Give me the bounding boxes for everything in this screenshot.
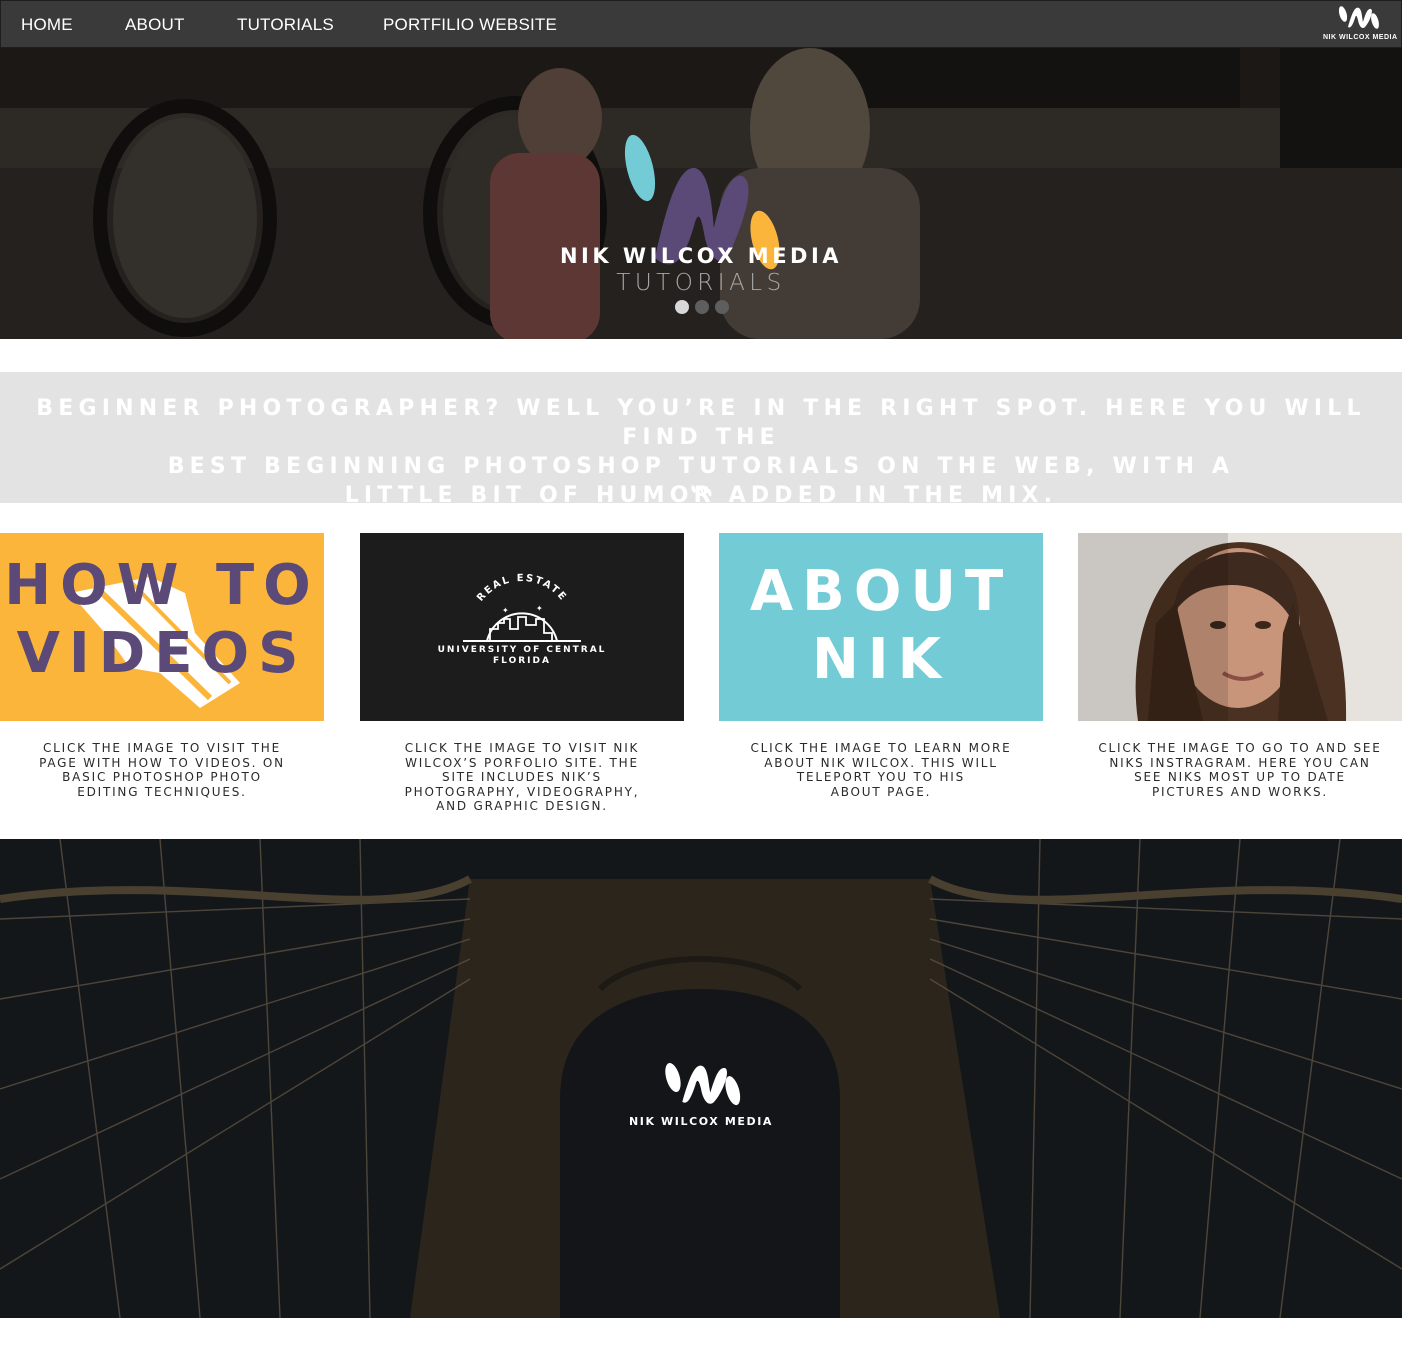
footer-logo-text: NIK WILCOX MEDIA — [628, 1115, 774, 1128]
caption-line: SEE NIKS MOST UP TO DATE — [1134, 770, 1346, 785]
intro-wm-logo-icon — [691, 485, 712, 497]
caption-line: SITE INCLUDES NIK’S — [442, 770, 602, 785]
portfolio-caption: CLICK THE IMAGE TO VISIT NIK WILCOX’S PO… — [392, 741, 652, 814]
hero-title: NIK WILCOX MEDIA — [559, 244, 843, 268]
how-to-line-2: VIDEOS — [16, 621, 308, 686]
caption-line: ABOUT NIK WILCOX. THIS WILL — [764, 755, 998, 770]
how-to-videos-card[interactable]: HOW TO VIDEOS — [0, 533, 324, 721]
nav-tutorials[interactable]: TUTORIALS — [237, 15, 334, 35]
footer-wm-logo-icon — [665, 1063, 741, 1106]
svg-text:✦: ✦ — [536, 604, 543, 613]
nav-brand-logo[interactable]: NIK WILCOX MEDIA — [1323, 4, 1398, 46]
ucf-line-1: UNIVERSITY OF CENTRAL — [437, 645, 607, 655]
footer-banner: NIK WILCOX MEDIA — [0, 839, 1402, 1318]
caption-line: WILCOX’S PORFOLIO SITE. THE — [405, 755, 639, 770]
about-caption: CLICK THE IMAGE TO LEARN MORE ABOUT NIK … — [741, 741, 1021, 799]
caption-line: PAGE WITH HOW TO VIDEOS. ON — [39, 755, 285, 770]
nav-home[interactable]: HOME — [21, 15, 73, 35]
nav-portfolio-website[interactable]: PORTFILIO WEBSITE — [383, 15, 557, 35]
slider-dot-1[interactable] — [675, 300, 689, 314]
caption-line: ABOUT PAGE. — [830, 784, 932, 799]
badge-arc-text: REAL ESTATE — [475, 573, 567, 604]
portrait-photo — [1078, 533, 1402, 721]
caption-line: PICTURES AND WORKS. — [1151, 784, 1328, 799]
top-nav: HOME ABOUT TUTORIALS PORTFILIO WEBSITE N… — [0, 0, 1402, 48]
nav-logo-text: NIK WILCOX MEDIA — [1323, 34, 1398, 41]
about-line-1: ABOUT — [749, 559, 1013, 624]
caption-line: NIKS INSTRAGRAM. HERE YOU CAN — [1109, 755, 1371, 770]
how-to-line-1: HOW TO — [4, 553, 320, 618]
intro-line: BEGINNER PHOTOGRAPHER? WELL YOU’RE IN TH… — [36, 396, 1366, 450]
caption-line: TELEPORT YOU TO HIS — [796, 770, 966, 785]
about-line-2: NIK — [811, 627, 951, 692]
wm-logo-icon — [1338, 6, 1379, 29]
instagram-caption: CLICK THE IMAGE TO GO TO AND SEE NIKS IN… — [1090, 741, 1390, 799]
caption-line: CLICK THE IMAGE TO LEARN MORE — [750, 741, 1012, 755]
svg-text:REAL ESTATE: REAL ESTATE — [475, 573, 569, 604]
page: HOME ABOUT TUTORIALS PORTFILIO WEBSITE N… — [0, 0, 1402, 1352]
portfolio-card[interactable]: REAL ESTATE ✦ ✦ UNIVERSITY OF CENTRAL FL… — [360, 533, 684, 721]
caption-line: AND GRAPHIC DESIGN. — [436, 799, 608, 814]
instagram-card[interactable] — [1078, 533, 1402, 721]
how-to-caption: CLICK THE IMAGE TO VISIT THE PAGE WITH H… — [32, 741, 292, 799]
nav-about[interactable]: ABOUT — [125, 15, 185, 35]
caption-line: CLICK THE IMAGE TO VISIT NIK — [404, 741, 640, 755]
hero-subtitle: TUTORIALS — [616, 270, 786, 296]
caption-line: BASIC PHOTOSHOP PHOTO — [62, 770, 262, 785]
real-estate-badge-icon: REAL ESTATE ✦ ✦ — [463, 573, 581, 642]
ucf-line-2: FLORIDA — [493, 656, 551, 666]
slider-dots — [675, 300, 729, 314]
caption-line: EDITING TECHNIQUES. — [77, 784, 247, 799]
hero-slider[interactable]: NIK WILCOX MEDIA TUTORIALS — [0, 48, 1402, 339]
intro-line: BEST BEGINNING PHOTOSHOP TUTORIALS ON TH… — [167, 454, 1235, 479]
caption-line: CLICK THE IMAGE TO VISIT THE — [43, 741, 281, 755]
slider-dot-2[interactable] — [695, 300, 709, 314]
about-nik-card[interactable]: ABOUT NIK — [719, 533, 1043, 721]
svg-text:✦: ✦ — [502, 606, 509, 615]
caption-line: PHOTOGRAPHY, VIDEOGRAPHY, — [404, 784, 640, 799]
caption-line: CLICK THE IMAGE TO GO TO AND SEE — [1098, 741, 1382, 755]
slider-dot-3[interactable] — [715, 300, 729, 314]
